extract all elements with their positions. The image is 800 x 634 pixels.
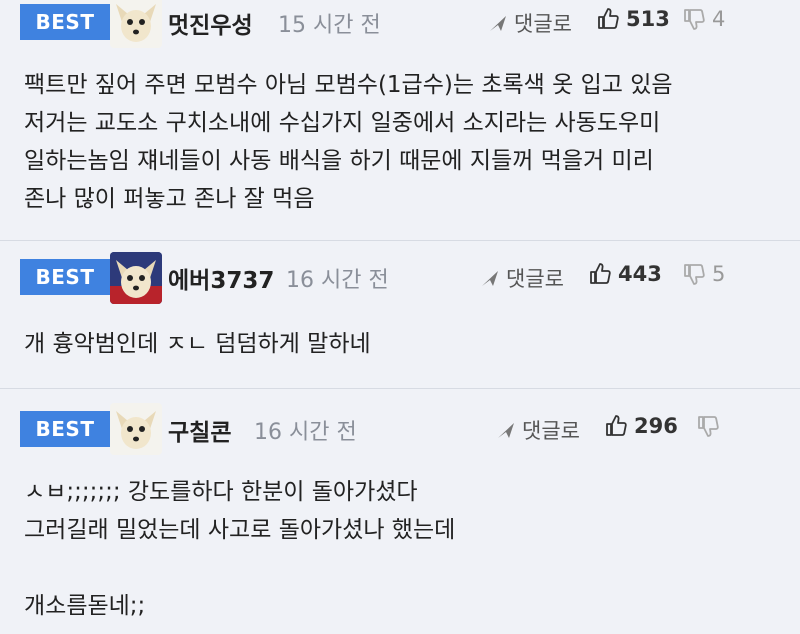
comment-1: BEST 멋진우성 15 시간 전 댓글로 513 4 팩트만 짚어 주면 모범… xyxy=(0,0,800,241)
reply-button[interactable]: 댓글로 xyxy=(496,415,580,445)
thumbs-up-icon xyxy=(590,263,611,284)
reply-label: 댓글로 xyxy=(514,12,572,36)
nickname[interactable]: 에버3737 xyxy=(168,261,274,295)
share-arrow-icon xyxy=(498,423,514,438)
reply-button[interactable]: 댓글로 xyxy=(480,263,564,293)
dislike-button[interactable]: 4 xyxy=(682,7,725,31)
thumbs-down-icon xyxy=(698,416,719,437)
nickname[interactable]: 멋진우성 xyxy=(168,6,253,40)
dislike-button[interactable]: 5 xyxy=(682,262,725,286)
timestamp: 15 시간 전 xyxy=(278,13,381,38)
dislike-count: 5 xyxy=(712,262,726,286)
comment-text: 팩트만 짚어 주면 모범수 아님 모범수(1급수)는 초록색 옷 입고 있음 저… xyxy=(24,72,673,212)
thumbs-down-icon xyxy=(684,9,705,30)
like-button[interactable]: 443 xyxy=(588,262,662,286)
best-badge: BEST xyxy=(20,4,110,40)
comment-text: ㅅㅂ;;;;;;; 강도를하다 한분이 돌아가셨다 그러길래 밀었는데 사고로 … xyxy=(24,479,456,619)
dislike-button[interactable] xyxy=(696,414,726,438)
share-arrow-icon xyxy=(482,271,498,286)
like-count: 513 xyxy=(626,7,670,31)
dog-avatar-icon[interactable] xyxy=(110,0,162,48)
dog-avatar-icon[interactable] xyxy=(110,252,162,304)
comment-2: BEST 에버3737 16 시간 전 댓글로 443 5 개 흉악범인데 ㅈㄴ… xyxy=(0,241,800,389)
thumbs-up-icon xyxy=(606,415,627,436)
thumbs-down-icon xyxy=(684,264,705,285)
thumbs-up-icon xyxy=(598,8,619,29)
comment-text: 개 흉악범인데 ㅈㄴ 덤덤하게 말하네 xyxy=(24,331,371,357)
timestamp: 16 시간 전 xyxy=(254,420,357,445)
like-count: 296 xyxy=(634,414,678,438)
reply-label: 댓글로 xyxy=(522,419,580,443)
comment-3: BEST 구칠콘 16 시간 전 댓글로 296 ㅅㅂ;;;;;;; 강도를하다… xyxy=(0,389,800,634)
like-count: 443 xyxy=(618,262,662,286)
dog-avatar-icon[interactable] xyxy=(110,403,162,455)
best-badge: BEST xyxy=(20,411,110,447)
reply-label: 댓글로 xyxy=(506,267,564,291)
nickname[interactable]: 구칠콘 xyxy=(168,413,231,447)
reply-button[interactable]: 댓글로 xyxy=(488,8,572,38)
best-badge: BEST xyxy=(20,259,110,295)
timestamp: 16 시간 전 xyxy=(286,268,389,293)
share-arrow-icon xyxy=(490,16,506,31)
dislike-count: 4 xyxy=(712,7,726,31)
like-button[interactable]: 513 xyxy=(596,7,670,31)
like-button[interactable]: 296 xyxy=(604,414,678,438)
